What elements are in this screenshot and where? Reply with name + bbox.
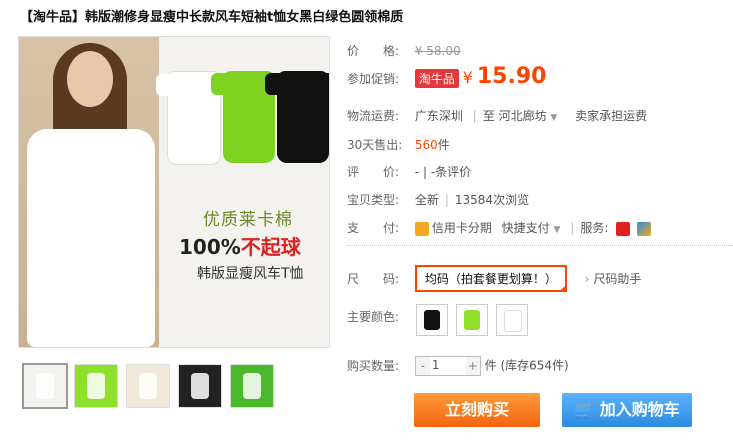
stock-text: 件 (库存654件) <box>484 358 569 373</box>
type-value: 全新 <box>414 193 439 207</box>
product-title: 【淘牛品】韩版潮修身显瘦中长款风车短袖t恤女黑白绿色圆领棉质 <box>20 10 404 25</box>
sales-unit: 件 <box>437 138 450 152</box>
thumbnail-5[interactable] <box>230 364 274 408</box>
shipping-sep: 至 <box>482 109 495 123</box>
promo-tag: 淘牛品 <box>414 69 459 88</box>
service-label: 服务: <box>580 221 609 235</box>
divider <box>347 245 733 246</box>
guarantee-icon[interactable] <box>637 221 652 236</box>
quantity-row: 购买数量: - 1 + 件 (库存654件) <box>347 356 569 376</box>
color-row: 主要颜色: <box>347 308 411 325</box>
original-price: ¥ 58.00 <box>414 44 461 58</box>
credit-card-icon <box>414 221 429 236</box>
promo-row: 参加促销: 淘牛品 ¥15.90 <box>347 64 546 89</box>
promo-price: 15.90 <box>476 64 547 89</box>
add-to-cart-button[interactable]: 🛒 加入购物车 <box>562 393 692 427</box>
cart-icon: 🛒 <box>574 400 595 419</box>
chevron-down-icon[interactable]: ▼ <box>554 225 561 235</box>
increment-button[interactable]: + <box>465 357 480 375</box>
type-label: 宝贝类型: <box>347 193 400 207</box>
thumbnail-1[interactable] <box>22 363 68 409</box>
color-swatch-white[interactable] <box>496 304 528 336</box>
shipping-label: 物流运费: <box>347 109 400 123</box>
view-count: 13584次浏览 <box>454 193 530 207</box>
color-label: 主要颜色: <box>347 310 400 324</box>
review-label: 评 价: <box>347 165 400 179</box>
slogan-style: 韩版显瘦风车T恤 <box>197 266 304 282</box>
shipping-to[interactable]: 河北廊坊 <box>499 109 547 123</box>
chevron-down-icon[interactable]: ▼ <box>550 113 557 123</box>
quick-pay[interactable]: 快捷支付 <box>502 221 550 235</box>
slogan-cotton: 优质莱卡棉 <box>203 210 293 230</box>
tee-black <box>265 71 329 163</box>
slogan-pilling: 100%不起球 <box>179 235 301 259</box>
price-row: 价 格: ¥ 58.00 <box>347 42 461 59</box>
main-product-image[interactable]: 优质莱卡棉 100%不起球 韩版显瘦风车T恤 🔍 <box>18 36 330 348</box>
thumbnail-2[interactable] <box>74 364 118 408</box>
payment-label: 支 付: <box>347 221 400 235</box>
thumbnail-3[interactable] <box>126 364 170 408</box>
quantity-stepper[interactable]: - 1 + <box>414 356 481 376</box>
price-label: 价 格: <box>347 44 400 58</box>
size-option-selected[interactable]: 均码（拍套餐更划算！） <box>414 265 567 292</box>
size-row: 尺 码: 均码（拍套餐更划算！） › 尺码助手 <box>347 265 641 292</box>
sales-label: 30天售出: <box>347 138 403 152</box>
promo-label: 参加促销: <box>347 72 400 86</box>
color-swatch-green[interactable] <box>456 304 488 336</box>
type-row: 宝贝类型: 全新 | 13584次浏览 <box>347 193 530 207</box>
seven-day-return-icon[interactable] <box>616 221 631 236</box>
sales-count: 560 <box>414 138 438 152</box>
model-photo <box>19 37 159 347</box>
size-label: 尺 码: <box>347 272 400 286</box>
quantity-input[interactable]: 1 <box>432 358 440 372</box>
color-swatch-black[interactable] <box>416 304 448 336</box>
credit-installment[interactable]: 信用卡分期 <box>432 221 492 235</box>
review-row: 评 价: - | -条评价 <box>347 163 471 180</box>
thumbnail-4[interactable] <box>178 364 222 408</box>
buy-now-button[interactable]: 立刻购买 <box>414 393 540 427</box>
shipping-note: 卖家承担运费 <box>575 109 648 123</box>
promo-currency: ¥ <box>462 68 473 87</box>
decrement-button[interactable]: - <box>415 357 430 375</box>
review-text[interactable]: - | -条评价 <box>415 165 471 179</box>
size-helper-link[interactable]: › 尺码助手 <box>585 272 642 286</box>
quantity-label: 购买数量: <box>347 358 400 373</box>
sales-row: 30天售出: 560件 <box>347 136 450 153</box>
shipping-from: 广东深圳 <box>414 109 463 123</box>
payment-row: 支 付: 信用卡分期 快捷支付 ▼ | 服务: <box>347 219 654 236</box>
shipping-row: 物流运费: 广东深圳 | 至 河北廊坊 ▼ 卖家承担运费 <box>347 109 648 123</box>
